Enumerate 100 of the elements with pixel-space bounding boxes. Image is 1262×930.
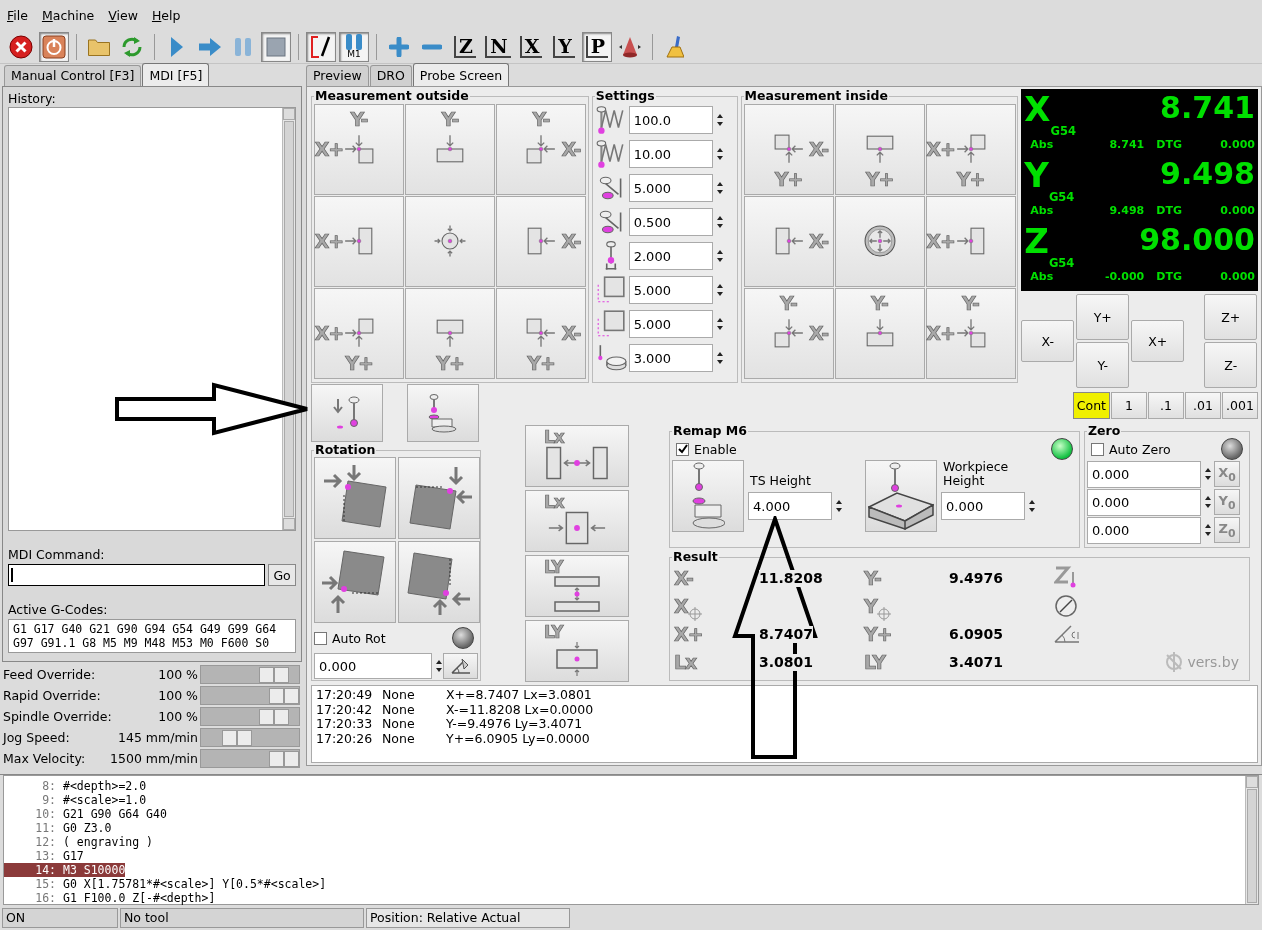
- tab[interactable]: Preview: [306, 65, 369, 86]
- slider-track[interactable]: [200, 707, 300, 726]
- spin-arrows-icon[interactable]: [1204, 467, 1212, 481]
- slider-thumb[interactable]: [222, 730, 253, 746]
- block-delete-button[interactable]: [306, 31, 336, 62]
- tab[interactable]: DRO: [369, 65, 412, 86]
- tab[interactable]: Probe Screen: [412, 63, 510, 86]
- code-line[interactable]: 12: ( engraving ): [4, 835, 153, 849]
- go-button[interactable]: Go: [268, 564, 296, 586]
- spin-arrows-icon[interactable]: [715, 215, 724, 229]
- spin-arrows-icon[interactable]: [835, 499, 843, 513]
- rotation-button[interactable]: [314, 457, 396, 539]
- ts-height-field[interactable]: 4.000: [748, 492, 832, 520]
- spin-arrows-icon[interactable]: [1028, 499, 1036, 513]
- view-button[interactable]: Z: [450, 31, 480, 62]
- rotation-button[interactable]: [314, 541, 396, 623]
- minus-icon: [422, 43, 442, 50]
- view-button[interactable]: Y: [549, 31, 579, 62]
- code-line[interactable]: 10: G21 G90 G64 G40: [4, 807, 167, 821]
- angle-field[interactable]: 0.000: [314, 653, 432, 679]
- probe-edge-icon: [343, 225, 375, 257]
- spin-arrows-icon[interactable]: [715, 351, 724, 365]
- mdi-command-field[interactable]: [8, 564, 266, 586]
- auto-rot-checkbox[interactable]: Auto Rot: [314, 630, 386, 646]
- code-line[interactable]: 8: #<depth>=2.0: [4, 779, 147, 793]
- jog-button[interactable]: Z+: [1204, 294, 1258, 340]
- slider-track[interactable]: [200, 749, 300, 768]
- slider-track[interactable]: [200, 686, 300, 705]
- number-field[interactable]: 0.000: [1087, 516, 1201, 544]
- menu-item[interactable]: Help: [151, 7, 181, 23]
- spin-arrows-icon[interactable]: [435, 659, 443, 673]
- rotation-button[interactable]: [398, 541, 480, 623]
- slider-thumb[interactable]: [259, 709, 290, 725]
- jog-button[interactable]: Z-: [1204, 342, 1258, 388]
- crosshair-icon: [687, 607, 702, 621]
- number-field[interactable]: 100.0: [628, 106, 713, 134]
- enable-checkbox[interactable]: Enable: [676, 441, 737, 457]
- history-list[interactable]: [8, 107, 296, 531]
- view-button[interactable]: N: [483, 31, 513, 62]
- number-field[interactable]: 0.500: [628, 208, 713, 236]
- number-field[interactable]: 10.00: [628, 140, 713, 168]
- view-button[interactable]: X: [516, 31, 546, 62]
- probe-button[interactable]: [405, 196, 495, 287]
- rotation-button[interactable]: [398, 457, 480, 539]
- slider-thumb[interactable]: [259, 667, 290, 683]
- tab[interactable]: MDI [F5]: [142, 63, 210, 86]
- menu-item[interactable]: View: [108, 7, 138, 23]
- number-field[interactable]: 0.000: [1087, 460, 1201, 488]
- slider-thumb[interactable]: [269, 688, 299, 704]
- axis-position: 8.741: [1160, 91, 1255, 125]
- power-button[interactable]: [39, 31, 69, 62]
- section-title: Remap M6: [672, 424, 748, 438]
- probe-button[interactable]: [834, 196, 925, 287]
- optional-stop-button[interactable]: M1: [339, 31, 369, 62]
- jog-button[interactable]: Y+: [1076, 294, 1130, 340]
- jog-button[interactable]: X+: [1131, 320, 1185, 362]
- code-line[interactable]: 9: #<scale>=1.0: [4, 793, 147, 807]
- rotate-button[interactable]: [443, 653, 478, 679]
- tool-setter-button[interactable]: [672, 460, 744, 532]
- code-line[interactable]: 15: G0 X[1.75781*#<scale>] Y[0.5*#<scale>]: [4, 877, 327, 891]
- scrollbar[interactable]: [282, 108, 295, 530]
- number-field[interactable]: 0.000: [1087, 488, 1201, 516]
- stop-button[interactable]: [261, 31, 291, 62]
- increment-button[interactable]: .001: [1222, 392, 1258, 419]
- code-line[interactable]: 13: G17: [4, 849, 84, 863]
- jog-button[interactable]: Y-: [1076, 342, 1130, 388]
- increment-button[interactable]: .01: [1185, 392, 1221, 419]
- slider-thumb[interactable]: [269, 751, 299, 767]
- number-field[interactable]: 5.000: [628, 276, 713, 304]
- increment-button[interactable]: 1: [1111, 392, 1147, 419]
- dtg-label: DTG: [1155, 203, 1183, 219]
- spin-arrows-icon[interactable]: [715, 147, 724, 161]
- spin-arrows-icon[interactable]: [715, 181, 724, 195]
- number-field[interactable]: 3.000: [628, 344, 713, 372]
- increment-button[interactable]: Cont: [1072, 392, 1110, 419]
- slider-track[interactable]: [200, 728, 300, 747]
- increment-button[interactable]: .1: [1148, 392, 1184, 419]
- tab[interactable]: Manual Control [F3]: [4, 65, 142, 86]
- number-field[interactable]: 5.000: [628, 310, 713, 338]
- jog-button[interactable]: X-: [1021, 320, 1075, 362]
- spin-arrows-icon[interactable]: [1204, 495, 1212, 509]
- workpiece-height-field[interactable]: 0.000: [941, 492, 1025, 520]
- menu-item[interactable]: File: [7, 7, 28, 23]
- spin-arrows-icon[interactable]: [1204, 523, 1212, 537]
- number-field[interactable]: 2.000: [628, 242, 713, 270]
- spin-arrows-icon[interactable]: [715, 317, 724, 331]
- workpiece-height-button[interactable]: [865, 460, 937, 532]
- code-line[interactable]: 16: G1 F100.0 Z[-#<depth>]: [4, 891, 216, 905]
- tool-setter-button[interactable]: [407, 384, 479, 442]
- menu-item[interactable]: Machine: [41, 7, 95, 23]
- probe-tool-button[interactable]: [311, 384, 383, 442]
- view-button[interactable]: P: [582, 31, 612, 62]
- code-line[interactable]: 11: G0 Z3.0: [4, 821, 112, 835]
- spin-arrows-icon[interactable]: [715, 249, 724, 263]
- number-field[interactable]: 5.000: [628, 174, 713, 202]
- slider-track[interactable]: [200, 665, 300, 684]
- spin-arrows-icon[interactable]: [715, 113, 724, 127]
- spin-arrows-icon[interactable]: [715, 283, 724, 297]
- scrollbar[interactable]: [1245, 776, 1258, 904]
- auto-zero-checkbox[interactable]: Auto Zero: [1091, 441, 1171, 457]
